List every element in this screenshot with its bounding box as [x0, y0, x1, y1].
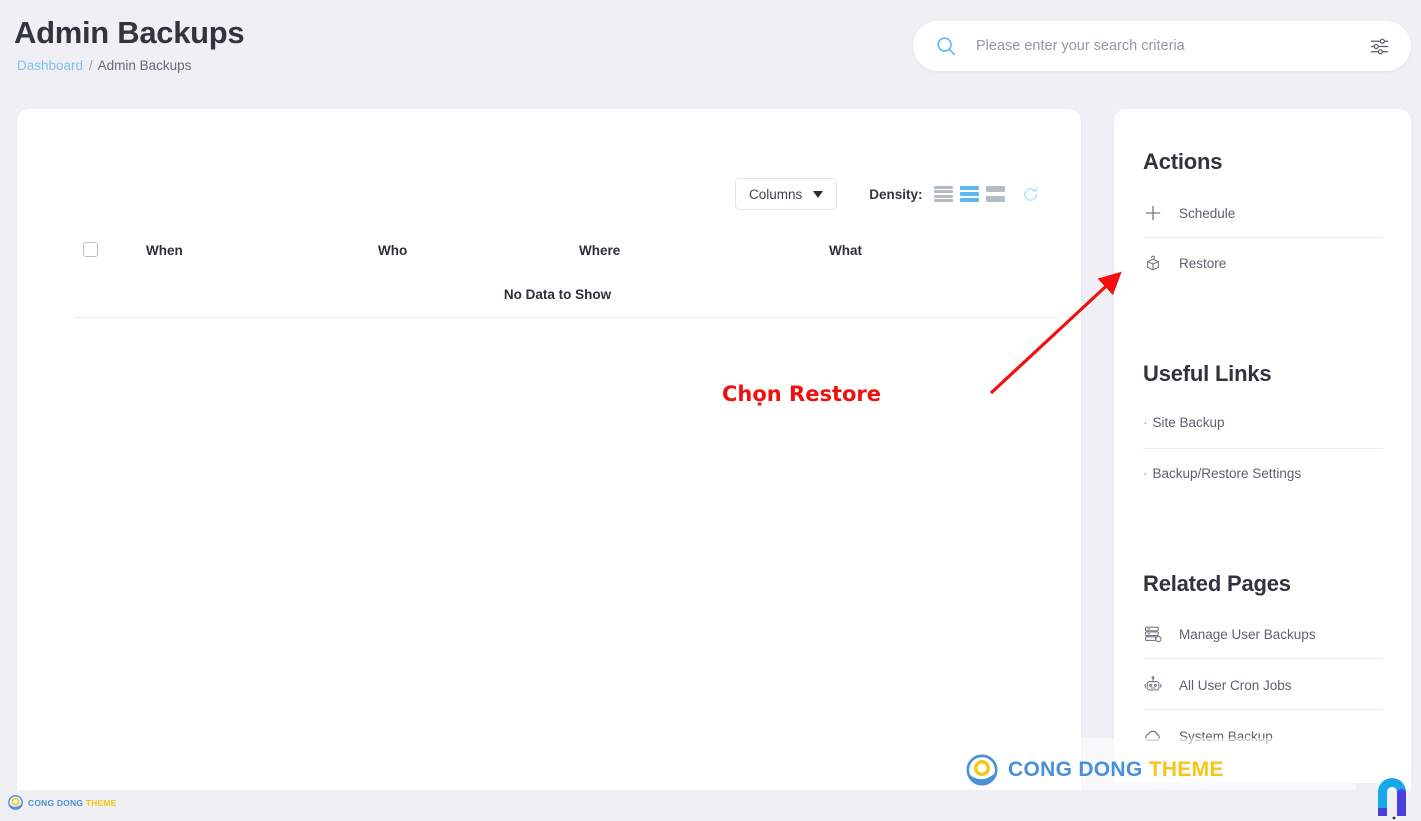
density-options	[933, 186, 1005, 202]
watermark-corner-text: CONG DONG THEME	[28, 797, 117, 808]
server-icon	[1143, 624, 1163, 644]
page-root: Admin Backups Dashboard / Admin Backups …	[0, 0, 1421, 821]
table-empty-message: No Data to Show	[503, 287, 612, 302]
useful-links-panel-title: Useful Links	[1143, 361, 1272, 386]
table-bottom-divider	[74, 317, 1059, 318]
breadcrumb: Dashboard / Admin Backups	[17, 58, 191, 73]
search-icon	[937, 37, 956, 56]
congdong-logo-icon	[966, 754, 998, 786]
select-all-checkbox[interactable]	[83, 242, 98, 257]
density-comfortable-icon[interactable]	[985, 186, 1005, 202]
plus-icon	[1143, 203, 1163, 223]
congdong-logo-icon-small	[8, 795, 23, 810]
search-bar[interactable]	[913, 21, 1411, 71]
useful-link-site-backup[interactable]: · Site Backup	[1143, 415, 1383, 430]
chevron-down-icon	[813, 190, 824, 198]
density-label: Density:	[869, 186, 923, 202]
useful-link-backup-restore-settings[interactable]: · Backup/Restore Settings	[1143, 466, 1383, 481]
bullet-icon: ·	[1143, 415, 1148, 430]
watermark-corner: CONG DONG THEME	[8, 795, 116, 810]
table-column-header-where[interactable]: Where	[579, 243, 620, 258]
breadcrumb-current: Admin Backups	[97, 58, 192, 73]
box-restore-icon	[1143, 253, 1163, 273]
related-pages-divider-2	[1143, 709, 1383, 710]
table-toolbar: Columns Density:	[735, 178, 1039, 210]
table-column-header-when[interactable]: When	[146, 243, 183, 258]
related-page-all-user-cron-jobs-label: All User Cron Jobs	[1179, 677, 1292, 693]
refresh-icon[interactable]	[1022, 186, 1039, 203]
useful-link-backup-restore-settings-label: Backup/Restore Settings	[1152, 466, 1302, 481]
sliders-filter-icon[interactable]	[1370, 37, 1389, 56]
n-logo	[1378, 778, 1406, 820]
action-item-restore-label: Restore	[1179, 255, 1227, 271]
table-header-row: When Who Where What	[74, 237, 1041, 273]
density-compact-icon[interactable]	[933, 186, 953, 202]
columns-button-label: Columns	[749, 186, 803, 202]
bullet-icon: ·	[1143, 466, 1148, 481]
action-item-restore[interactable]: Restore	[1143, 243, 1383, 283]
sidebar-card: Actions Schedule Restore Useful Links · …	[1114, 109, 1411, 791]
related-page-manage-user-backups[interactable]: Manage User Backups	[1143, 614, 1383, 654]
action-item-schedule[interactable]: Schedule	[1143, 193, 1383, 233]
useful-links-divider-1	[1143, 448, 1383, 449]
useful-link-site-backup-label: Site Backup	[1152, 415, 1225, 430]
actions-panel-title: Actions	[1143, 149, 1223, 174]
watermark-center: CONG DONG THEME	[966, 754, 1224, 786]
related-page-manage-user-backups-label: Manage User Backups	[1179, 626, 1316, 642]
actions-divider-1	[1143, 237, 1383, 238]
action-item-schedule-label: Schedule	[1179, 205, 1236, 221]
annotation-text: Chọn Restore	[722, 382, 882, 406]
density-standard-icon[interactable]	[959, 186, 979, 202]
main-content-card: Columns Density: When Who Where What No …	[17, 109, 1081, 791]
robot-icon	[1143, 675, 1163, 695]
columns-button[interactable]: Columns	[735, 178, 838, 210]
watermark-primary-text: CONG DONG THEME	[1008, 758, 1224, 781]
search-input[interactable]	[976, 38, 1370, 54]
related-pages-divider-1	[1143, 658, 1383, 659]
related-pages-panel-title: Related Pages	[1143, 571, 1291, 596]
related-page-all-user-cron-jobs[interactable]: All User Cron Jobs	[1143, 665, 1383, 705]
table-column-header-what[interactable]: What	[829, 243, 862, 258]
breadcrumb-dashboard-link[interactable]: Dashboard	[17, 58, 83, 73]
table-column-header-who[interactable]: Who	[378, 243, 407, 258]
page-title: Admin Backups	[14, 15, 245, 50]
breadcrumb-separator: /	[88, 58, 93, 73]
